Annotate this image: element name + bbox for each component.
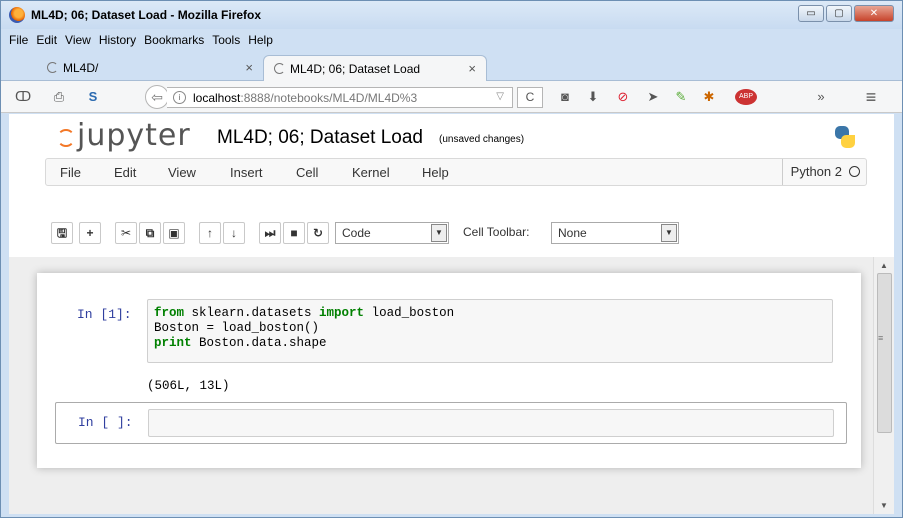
jmenu-cell[interactable]: Cell bbox=[296, 165, 318, 180]
jmenu-edit[interactable]: Edit bbox=[114, 165, 136, 180]
back-button[interactable]: ⇦ bbox=[145, 85, 169, 109]
tab-dataset-load[interactable]: ML4D; 06; Dataset Load × bbox=[263, 55, 487, 81]
cell-type-select[interactable]: Code ▼ bbox=[335, 222, 449, 244]
menu-help[interactable]: Help bbox=[244, 33, 277, 47]
chevron-down-icon: ▼ bbox=[431, 224, 447, 242]
s-addon-icon[interactable]: S bbox=[85, 89, 101, 105]
send-icon[interactable]: ➤ bbox=[645, 89, 661, 105]
notebook-name[interactable]: ML4D; 06; Dataset Load bbox=[217, 127, 423, 149]
loading-icon bbox=[47, 62, 58, 73]
paste-icon[interactable]: ▣ bbox=[163, 222, 185, 244]
pocket-icon[interactable]: ◙ bbox=[557, 89, 573, 105]
save-status: (unsaved changes) bbox=[439, 134, 525, 145]
scrollbar-thumb[interactable] bbox=[877, 273, 892, 433]
jmenu-insert[interactable]: Insert bbox=[230, 165, 263, 180]
insert-cell-icon[interactable]: + bbox=[79, 222, 101, 244]
jupyter-logo-text[interactable]: jupyter bbox=[77, 118, 191, 153]
tab-ml4d-directory[interactable]: ML4D/ × bbox=[37, 55, 263, 81]
url-host: localhost bbox=[193, 91, 241, 105]
notebook-container: In [1]: from sklearn.datasets import loa… bbox=[37, 273, 861, 468]
code-cell-2[interactable]: In [ ]: bbox=[55, 402, 847, 444]
cell-toolbar-label: Cell Toolbar: bbox=[463, 225, 530, 239]
tab-close-icon[interactable]: × bbox=[245, 60, 253, 75]
code-line-2: Boston = load_boston() bbox=[154, 321, 320, 335]
jmenu-file[interactable]: File bbox=[60, 165, 81, 180]
kernel-idle-icon bbox=[849, 166, 860, 177]
menu-edit[interactable]: Edit bbox=[32, 33, 61, 47]
url-text[interactable]: localhost:8888/notebooks/ML4D/ML4D%3 bbox=[193, 91, 417, 105]
blocker-icon[interactable]: ⊘ bbox=[615, 89, 631, 105]
input-prompt: In [1]: bbox=[77, 307, 132, 322]
url-dropdown-icon[interactable]: ▽ bbox=[496, 91, 504, 102]
firefox-icon bbox=[9, 7, 25, 23]
jmenu-view[interactable]: View bbox=[168, 165, 196, 180]
save-icon[interactable]: 🖫 bbox=[51, 222, 73, 244]
extension-star-icon[interactable]: ✱ bbox=[701, 89, 717, 105]
restart-icon[interactable]: ↻ bbox=[307, 222, 329, 244]
move-up-icon[interactable]: ↑ bbox=[199, 222, 221, 244]
menu-history[interactable]: History bbox=[95, 33, 140, 47]
rss-icon[interactable]: ↀ bbox=[15, 89, 31, 105]
cell-output: (506L, 13L) bbox=[147, 379, 230, 393]
jupyter-logo-icon[interactable] bbox=[57, 129, 75, 147]
cell-type-value: Code bbox=[342, 226, 371, 240]
cell-toolbar-value: None bbox=[558, 226, 587, 240]
url-bar[interactable]: i localhost:8888/notebooks/ML4D/ML4D%3 ▽ bbox=[167, 87, 513, 108]
jupyter-menubar: File Edit View Insert Cell Kernel Help P… bbox=[45, 158, 867, 186]
page-content: jupyter ML4D; 06; Dataset Load (unsaved … bbox=[9, 114, 894, 514]
tab-strip: ML4D/ × ML4D; 06; Dataset Load × bbox=[1, 51, 902, 81]
adblock-icon[interactable]: ABP bbox=[735, 89, 757, 105]
reload-button[interactable]: C bbox=[517, 87, 543, 108]
python-logo-icon bbox=[835, 126, 855, 148]
menu-tools[interactable]: Tools bbox=[208, 33, 244, 47]
window-title: ML4D; 06; Dataset Load - Mozilla Firefox bbox=[31, 8, 262, 22]
download-icon[interactable]: ⬇ bbox=[585, 89, 601, 105]
jmenu-help[interactable]: Help bbox=[422, 165, 449, 180]
site-info-icon[interactable]: i bbox=[173, 91, 186, 104]
scroll-grip-icon: ≡ bbox=[878, 333, 884, 343]
copy-icon[interactable]: ⧉ bbox=[139, 222, 161, 244]
code-line-3: print Boston.data.shape bbox=[154, 336, 327, 350]
overflow-icon[interactable]: » bbox=[813, 89, 829, 105]
code-cell-1[interactable]: In [1]: from sklearn.datasets import loa… bbox=[55, 291, 847, 407]
jmenu-kernel[interactable]: Kernel bbox=[352, 165, 390, 180]
url-path: :8888/notebooks/ML4D/ML4D%3 bbox=[240, 91, 418, 105]
tab-close-icon[interactable]: × bbox=[468, 61, 476, 76]
interrupt-icon[interactable]: ■ bbox=[283, 222, 305, 244]
tab-label: ML4D/ bbox=[63, 61, 99, 75]
kernel-name: Python 2 bbox=[790, 164, 842, 179]
move-down-icon[interactable]: ↓ bbox=[223, 222, 245, 244]
firefox-window: ML4D; 06; Dataset Load - Mozilla Firefox… bbox=[0, 0, 903, 518]
close-button[interactable]: ✕ bbox=[854, 5, 894, 22]
chevron-down-icon: ▼ bbox=[661, 224, 677, 242]
run-cell-icon[interactable]: ⏭ bbox=[259, 222, 281, 244]
menu-bar: File Edit View History Bookmarks Tools H… bbox=[1, 29, 902, 51]
print-icon[interactable]: ⎙ bbox=[51, 89, 67, 105]
cut-icon[interactable]: ✂ bbox=[115, 222, 137, 244]
hamburger-menu-icon[interactable]: ≡ bbox=[863, 88, 879, 106]
kernel-indicator: Python 2 bbox=[781, 159, 866, 185]
input-prompt: In [ ]: bbox=[78, 415, 133, 430]
scroll-up-icon[interactable]: ▲ bbox=[880, 261, 888, 270]
scroll-down-icon[interactable]: ▼ bbox=[880, 501, 888, 510]
extension-leaf-icon[interactable]: ✎ bbox=[673, 89, 689, 105]
maximize-button[interactable]: ▢ bbox=[826, 5, 852, 22]
title-bar: ML4D; 06; Dataset Load - Mozilla Firefox… bbox=[1, 1, 902, 29]
minimize-button[interactable]: ▭ bbox=[798, 5, 824, 22]
menu-file[interactable]: File bbox=[5, 33, 32, 47]
menu-view[interactable]: View bbox=[61, 33, 95, 47]
code-editor-empty[interactable] bbox=[148, 409, 834, 437]
code-line-1: from sklearn.datasets import load_boston bbox=[154, 306, 455, 320]
menu-bookmarks[interactable]: Bookmarks bbox=[140, 33, 208, 47]
code-editor[interactable]: from sklearn.datasets import load_boston… bbox=[147, 299, 833, 363]
navigation-bar: ↀ ⎙ S ⇦ i localhost:8888/notebooks/ML4D/… bbox=[1, 81, 902, 113]
vertical-scrollbar[interactable]: ▲ ≡ ▼ bbox=[873, 257, 894, 514]
loading-icon bbox=[274, 63, 285, 74]
tab-label: ML4D; 06; Dataset Load bbox=[290, 61, 421, 76]
cell-toolbar-select[interactable]: None ▼ bbox=[551, 222, 679, 244]
